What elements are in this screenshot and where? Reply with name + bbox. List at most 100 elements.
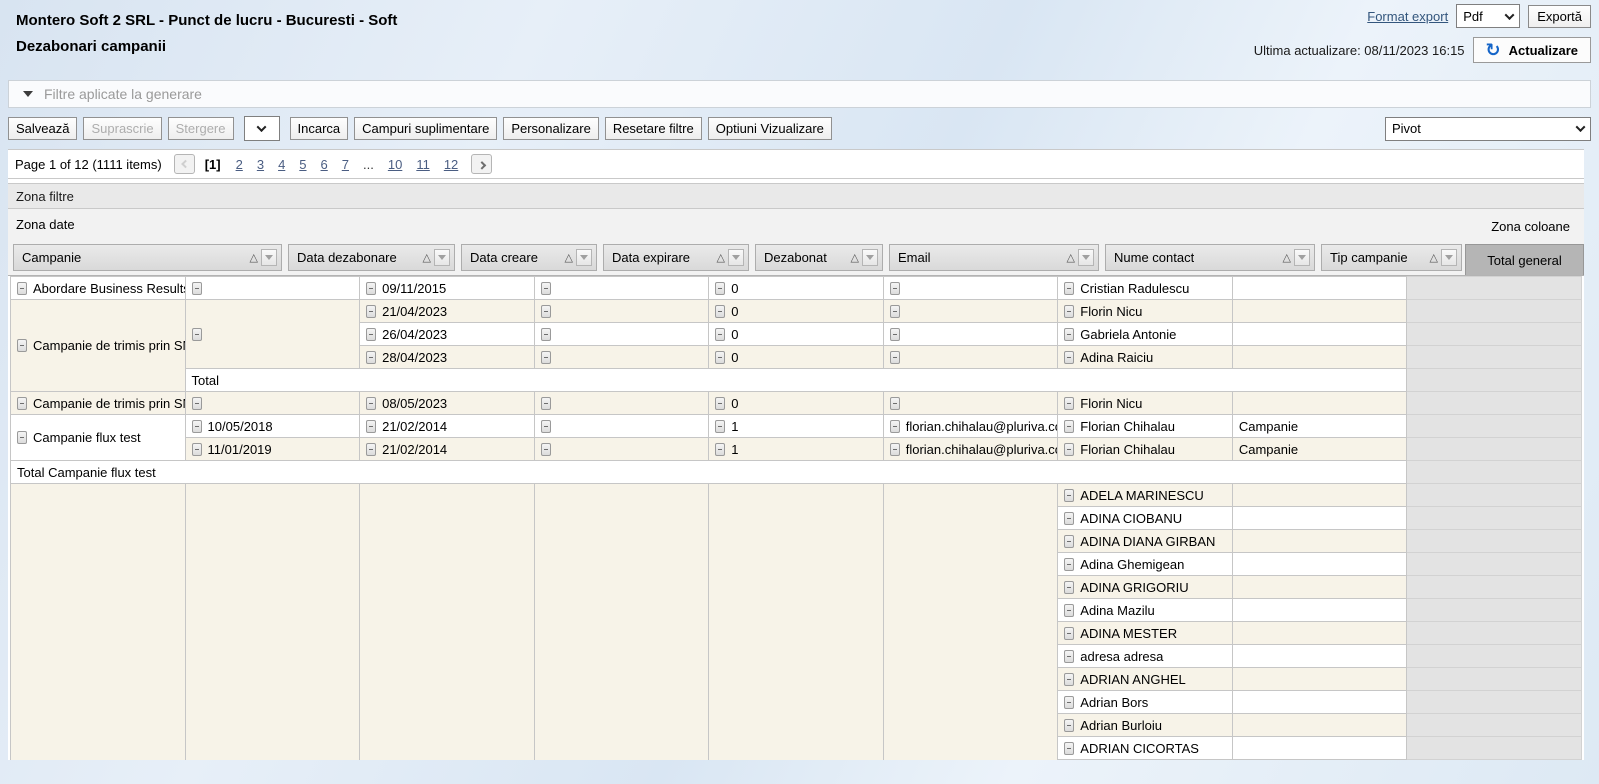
collapse-icon[interactable]	[541, 420, 551, 433]
column-chip-tip-campanie[interactable]: Tip campanie△	[1321, 244, 1462, 271]
collapse-icon[interactable]	[1064, 719, 1074, 732]
column-filter-button[interactable]	[1294, 249, 1310, 266]
column-filter-button[interactable]	[434, 249, 450, 266]
page-link-12[interactable]: 12	[444, 157, 458, 172]
column-filter-button[interactable]	[1078, 249, 1094, 266]
sort-asc-icon[interactable]: △	[1280, 251, 1294, 264]
collapse-icon[interactable]	[541, 397, 551, 410]
column-filter-button[interactable]	[1441, 249, 1457, 266]
page-link-10[interactable]: 10	[388, 157, 402, 172]
saved-views-select[interactable]	[244, 116, 280, 141]
toolbar-button-resetare-filtre[interactable]: Resetare filtre	[605, 117, 702, 140]
collapse-icon[interactable]	[541, 351, 551, 364]
collapse-icon[interactable]	[1064, 581, 1074, 594]
column-chip-nume-contact[interactable]: Nume contact△	[1105, 244, 1315, 271]
toolbar-button-personalizare[interactable]: Personalizare	[503, 117, 599, 140]
column-filter-button[interactable]	[576, 249, 592, 266]
collapse-icon[interactable]	[890, 397, 900, 410]
collapse-icon[interactable]	[192, 443, 202, 456]
collapse-icon[interactable]	[366, 420, 376, 433]
sort-asc-icon[interactable]: △	[1427, 251, 1441, 264]
collapse-icon[interactable]	[715, 351, 725, 364]
collapse-icon[interactable]	[715, 282, 725, 295]
collapse-icon[interactable]	[890, 305, 900, 318]
collapse-icon[interactable]	[715, 420, 725, 433]
total-general-header[interactable]: Total general	[1465, 244, 1584, 275]
collapse-icon[interactable]	[192, 282, 202, 295]
collapse-icon[interactable]	[541, 443, 551, 456]
collapse-icon[interactable]	[192, 397, 202, 410]
column-chip-data-creare[interactable]: Data creare△	[461, 244, 597, 271]
export-button[interactable]: Exportă	[1528, 5, 1591, 28]
column-chip-data-dezabonare[interactable]: Data dezabonare△	[288, 244, 455, 271]
page-link-11[interactable]: 11	[416, 157, 430, 172]
page-link-7[interactable]: 7	[342, 157, 349, 172]
sort-asc-icon[interactable]: △	[562, 251, 576, 264]
collapse-icon[interactable]	[366, 443, 376, 456]
page-link-5[interactable]: 5	[299, 157, 306, 172]
collapse-icon[interactable]	[366, 282, 376, 295]
page-link-3[interactable]: 3	[257, 157, 264, 172]
column-filter-button[interactable]	[261, 249, 277, 266]
collapse-icon[interactable]	[366, 305, 376, 318]
collapse-icon[interactable]	[1064, 627, 1074, 640]
toolbar-button-campuri-suplimentare[interactable]: Campuri suplimentare	[354, 117, 497, 140]
page-link-6[interactable]: 6	[321, 157, 328, 172]
filter-zone-bar[interactable]: Zona filtre	[8, 183, 1584, 209]
sort-asc-icon[interactable]: △	[714, 251, 728, 264]
collapse-icon[interactable]	[541, 328, 551, 341]
next-page-button[interactable]	[471, 154, 492, 174]
column-filter-button[interactable]	[728, 249, 744, 266]
collapse-icon[interactable]	[1064, 742, 1074, 755]
collapse-icon[interactable]	[890, 351, 900, 364]
collapse-icon[interactable]	[890, 282, 900, 295]
toolbar-button-optiuni-vizualizare[interactable]: Optiuni Vizualizare	[708, 117, 832, 140]
toolbar-button-salveaz[interactable]: Salvează	[8, 117, 77, 140]
collapse-icon[interactable]	[1064, 512, 1074, 525]
page-link-2[interactable]: 2	[236, 157, 243, 172]
sort-asc-icon[interactable]: △	[848, 251, 862, 264]
collapse-icon[interactable]	[192, 420, 202, 433]
collapse-icon[interactable]	[366, 351, 376, 364]
collapse-icon[interactable]	[715, 305, 725, 318]
page-link-4[interactable]: 4	[278, 157, 285, 172]
collapse-icon[interactable]	[1064, 351, 1074, 364]
prev-page-button[interactable]	[174, 154, 195, 174]
collapse-icon[interactable]	[17, 282, 27, 295]
collapse-icon[interactable]	[890, 420, 900, 433]
collapse-icon[interactable]	[715, 443, 725, 456]
collapse-icon[interactable]	[1064, 420, 1074, 433]
column-chip-data-expirare[interactable]: Data expirare△	[603, 244, 749, 271]
view-mode-select[interactable]: Pivot	[1385, 117, 1591, 141]
collapse-icon[interactable]	[192, 328, 202, 341]
column-chip-email[interactable]: Email△	[889, 244, 1099, 271]
collapse-icon[interactable]	[890, 443, 900, 456]
collapse-icon[interactable]	[17, 431, 27, 444]
collapse-icon[interactable]	[1064, 397, 1074, 410]
collapse-icon[interactable]	[1064, 328, 1074, 341]
collapse-icon[interactable]	[17, 397, 27, 410]
column-chip-campanie[interactable]: Campanie△	[13, 244, 282, 271]
collapse-icon[interactable]	[1064, 443, 1074, 456]
collapse-icon[interactable]	[715, 397, 725, 410]
collapse-icon[interactable]	[1064, 673, 1074, 686]
collapse-icon[interactable]	[366, 328, 376, 341]
sort-asc-icon[interactable]: △	[420, 251, 434, 264]
sort-asc-icon[interactable]: △	[1064, 251, 1078, 264]
filters-panel-header[interactable]: Filtre aplicate la generare	[8, 80, 1591, 108]
format-export-link[interactable]: Format export	[1367, 9, 1448, 24]
format-select[interactable]: Pdf	[1456, 4, 1520, 28]
collapse-icon[interactable]	[1064, 535, 1074, 548]
collapse-icon[interactable]	[17, 339, 27, 352]
collapse-icon[interactable]	[1064, 558, 1074, 571]
column-chip-dezabonat[interactable]: Dezabonat△	[755, 244, 883, 271]
collapse-icon[interactable]	[1064, 489, 1074, 502]
refresh-button[interactable]: ↻ Actualizare	[1473, 37, 1591, 63]
column-filter-button[interactable]	[862, 249, 878, 266]
collapse-icon[interactable]	[541, 305, 551, 318]
toolbar-button-incarca[interactable]: Incarca	[290, 117, 349, 140]
collapse-icon[interactable]	[1064, 282, 1074, 295]
collapse-icon[interactable]	[366, 397, 376, 410]
collapse-icon[interactable]	[1064, 604, 1074, 617]
collapse-icon[interactable]	[1064, 650, 1074, 663]
